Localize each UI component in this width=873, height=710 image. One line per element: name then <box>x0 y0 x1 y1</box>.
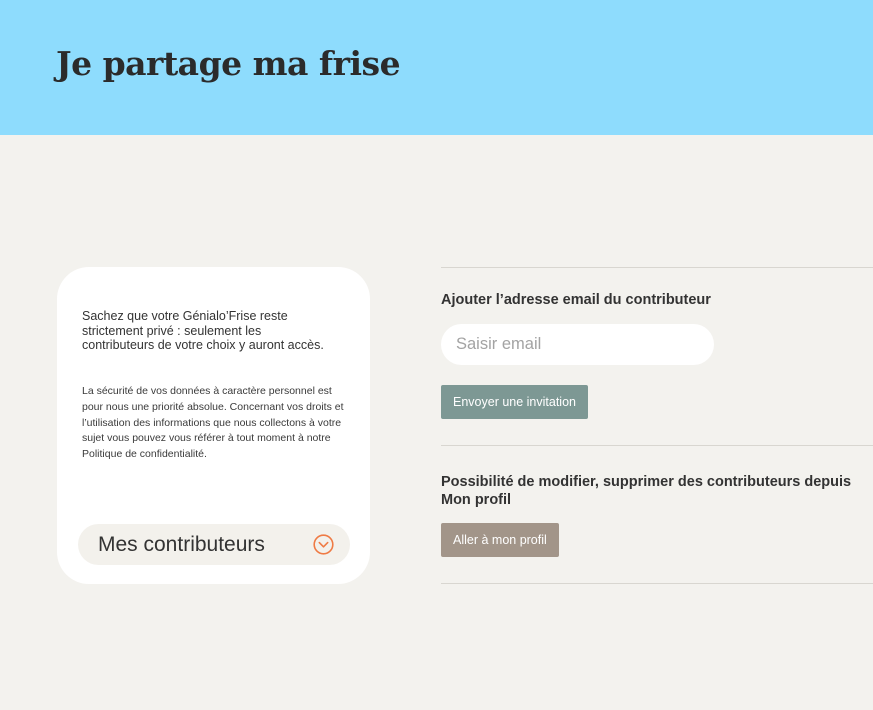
go-to-profile-button[interactable]: Aller à mon profil <box>441 523 559 557</box>
chevron-down-circle-icon <box>313 534 334 555</box>
manage-section-title: Possibilité de modifier, supprimer des c… <box>441 474 852 508</box>
my-contributors-label: Mes contributeurs <box>98 533 265 556</box>
email-input[interactable] <box>441 324 714 365</box>
invite-section-title: Ajouter l’adresse email du contributeur <box>441 292 711 308</box>
divider-bottom <box>441 583 873 584</box>
privacy-info-card: Sachez que votre Génialo’Frise reste str… <box>57 267 370 584</box>
divider-top <box>441 267 873 268</box>
page-header: Je partage ma frise <box>0 0 873 135</box>
my-contributors-dropdown[interactable]: Mes contributeurs <box>78 524 350 565</box>
page-title: Je partage ma frise <box>56 44 401 83</box>
send-invitation-button[interactable]: Envoyer une invitation <box>441 385 588 419</box>
divider-middle <box>441 445 873 446</box>
privacy-body-text: La sécurité de vos données à caractère p… <box>82 385 344 461</box>
privacy-lead-text: Sachez que votre Génialo’Frise reste str… <box>82 309 324 352</box>
